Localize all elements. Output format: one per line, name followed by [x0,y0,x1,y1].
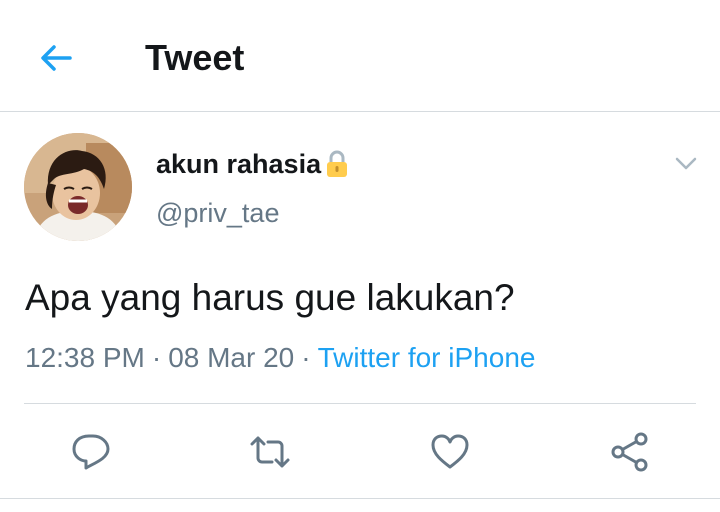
lock-icon [327,150,348,177]
divider [24,403,696,404]
like-icon [431,434,469,469]
display-name[interactable]: akun rahasia [156,146,349,182]
reply-button[interactable] [69,430,113,474]
tweet-source-link[interactable]: Twitter for iPhone [318,342,536,373]
retweet-button[interactable] [248,430,292,474]
back-button[interactable] [36,38,76,78]
tweet-options-button[interactable] [670,150,702,176]
meta-separator: · [301,342,311,373]
tweet-detail: akun rahasia @priv_tae Apa yang harus gu… [0,112,720,512]
chevron-down-icon [675,157,697,170]
display-name-text: akun rahasia [156,149,322,179]
tweet-time: 12:38 PM [25,342,145,373]
avatar[interactable] [24,133,132,241]
tweet-text: Apa yang harus gue lakukan? [25,277,515,318]
divider [0,498,720,499]
retweet-icon [250,436,290,468]
arrow-left-icon [41,45,72,71]
reply-icon [72,434,110,470]
meta-separator: · [151,342,162,373]
app-header: Tweet [0,0,720,112]
user-handle[interactable]: @priv_tae [156,195,279,231]
page-title: Tweet [145,37,245,78]
share-button[interactable] [608,430,652,474]
like-button[interactable] [428,430,472,474]
share-icon [611,432,648,472]
tweet-meta: 12:38 PM · 08 Mar 20 · Twitter for iPhone [25,339,535,377]
tweet-date: 08 Mar 20 [168,342,295,373]
